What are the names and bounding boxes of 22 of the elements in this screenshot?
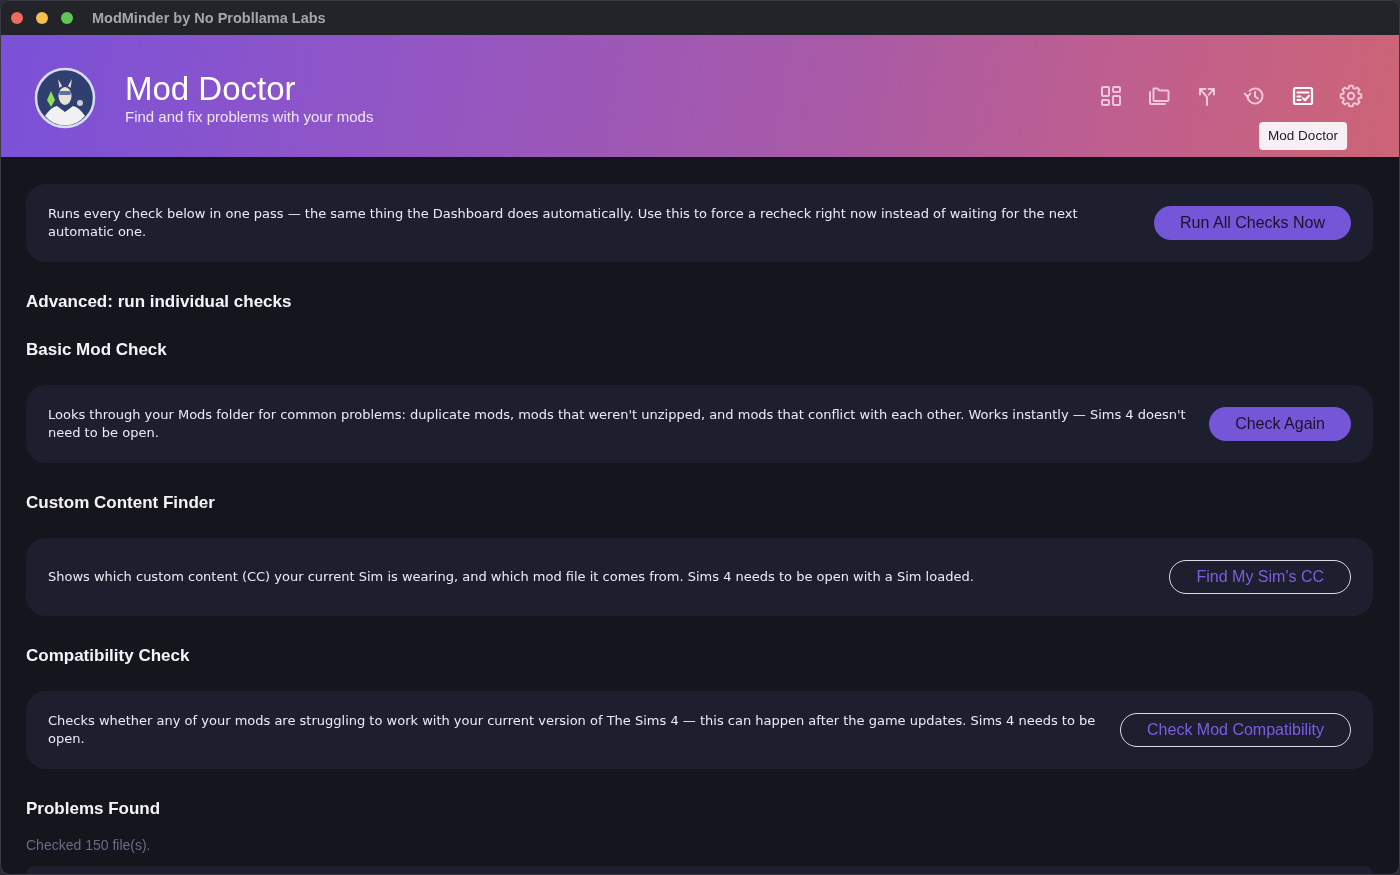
- scan-summary: Checked 150 file(s).: [26, 836, 152, 854]
- close-button[interactable]: [11, 12, 23, 24]
- check-description: Shows which custom content (CC) your current Sim is wearing, and which mod file it comes from. Sims 4 needs to be open with a Sim loaded.: [48, 568, 975, 586]
- check-description: Runs every check below in one pass — the same thing the Dashboard does automatically. Use this to force a recheck right now instead of waiting for the next automatic one.: [48, 205, 1079, 241]
- zoom-button[interactable]: [61, 12, 73, 24]
- section-heading: Compatibility Check: [26, 645, 191, 667]
- tooltip: Mod Doctor: [1259, 122, 1347, 150]
- section-heading: Custom Content Finder: [26, 492, 216, 514]
- primary-button[interactable]: Check Again: [1209, 407, 1351, 441]
- checklist-icon[interactable]: [1291, 84, 1315, 108]
- section-heading: Basic Mod Check: [26, 339, 168, 361]
- grid-icon[interactable]: [1099, 84, 1123, 108]
- check-description: Looks through your Mods folder for common problems: duplicate mods, mods that weren't unzipped, and mods that conflict with each other. Works instantly — Sims 4 doesn't need to be open.: [48, 406, 1187, 442]
- section-heading: Advanced: run individual checks: [26, 291, 293, 313]
- page-subtitle: Find and fix problems with your mods: [125, 108, 374, 126]
- section-heading: Problems Found: [26, 798, 162, 820]
- window-title: ModMinder by No Probllama Labs: [92, 10, 326, 26]
- primary-button[interactable]: Run All Checks Now: [1154, 206, 1351, 240]
- page-title: Mod Doctor: [125, 70, 297, 108]
- check-description: Checks whether any of your mods are struggling to work with your current version of The Sims 4 — this can happen after the game updates. Sims 4 needs to be open.: [48, 712, 1097, 748]
- settings-icon[interactable]: [1339, 84, 1363, 108]
- minimize-button[interactable]: [36, 12, 48, 24]
